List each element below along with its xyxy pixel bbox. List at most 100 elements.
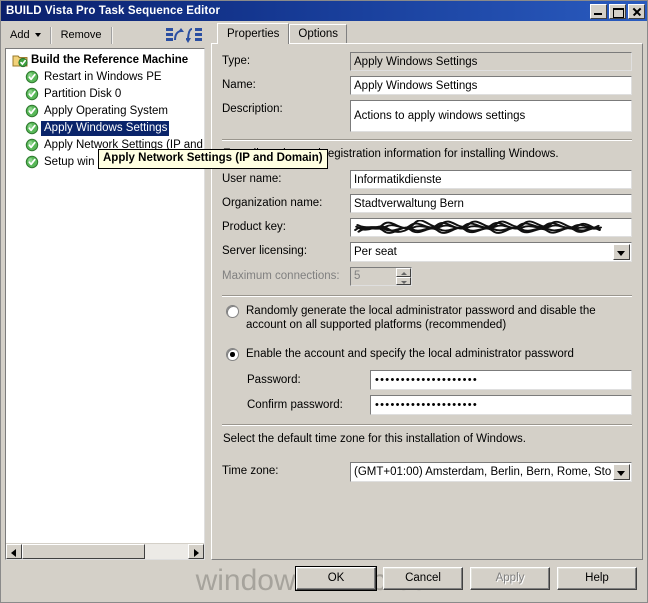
maximize-button[interactable]	[609, 3, 626, 19]
add-button[interactable]: Add	[5, 26, 46, 45]
description-label: Description:	[222, 103, 283, 115]
max-connections-label: Maximum connections:	[222, 270, 340, 282]
timezone-row: Time zone: (GMT+01:00) Amsterdam, Berlin…	[222, 462, 632, 482]
product-key-label: Product key:	[222, 221, 286, 233]
tree-item-partition-disk-0[interactable]: Partition Disk 0	[12, 86, 204, 103]
max-connections-row: Maximum connections: 5	[222, 267, 632, 286]
timezone-select[interactable]: (GMT+01:00) Amsterdam, Berlin, Bern, Rom…	[350, 462, 632, 482]
properties-tab-page: Type: Name: Description: Enter licensing…	[211, 43, 643, 560]
chevron-down-icon[interactable]	[613, 244, 630, 260]
divider-2	[222, 295, 632, 297]
description-input[interactable]	[350, 100, 632, 132]
description-row: Description:	[222, 100, 632, 132]
password-label: Password:	[247, 374, 301, 386]
tab-properties-label: Properties	[227, 28, 280, 40]
stepper-down-icon	[396, 276, 411, 285]
server-licensing-label: Server licensing:	[222, 245, 308, 257]
random-password-radio[interactable]	[226, 305, 239, 318]
toolbar-separator-1	[49, 26, 52, 44]
check-circle-icon	[25, 104, 41, 119]
ok-button[interactable]: OK	[295, 565, 377, 591]
confirm-password-label: Confirm password:	[247, 399, 343, 411]
window-controls	[590, 3, 645, 19]
sequence-toolbar: Add Remove	[1, 23, 209, 47]
organization-input[interactable]	[350, 194, 632, 213]
check-circle-icon	[25, 155, 41, 170]
scrollbar-track[interactable]	[22, 544, 188, 559]
password-row: Password: ••••••••••••••••••••	[222, 370, 632, 390]
task-sequence-editor-window: BUILD Vista Pro Task Sequence Editor Add…	[0, 0, 648, 603]
timezone-value: (GMT+01:00) Amsterdam, Berlin, Bern, Rom…	[354, 466, 612, 478]
move-up-icon[interactable]	[165, 26, 185, 45]
check-circle-icon	[25, 121, 41, 136]
help-button[interactable]: Help	[557, 566, 637, 590]
folder-check-icon	[12, 53, 28, 68]
task-sequence-tree[interactable]: Build the Reference Machine Restart in W…	[5, 48, 205, 560]
random-password-option-row[interactable]: Randomly generate the local administrato…	[226, 303, 632, 332]
tab-properties[interactable]: Properties	[217, 23, 290, 44]
window-titlebar: BUILD Vista Pro Task Sequence Editor	[1, 1, 647, 21]
scrollbar-thumb[interactable]	[22, 544, 145, 559]
password-input[interactable]: ••••••••••••••••••••	[370, 370, 632, 390]
tree-item-apply-operating-system[interactable]: Apply Operating System	[12, 103, 204, 120]
timezone-help-text: Select the default time zone for this in…	[223, 433, 526, 445]
stepper-up-icon	[396, 268, 411, 277]
tree-horizontal-scrollbar[interactable]	[6, 543, 204, 559]
tree-item-label: Apply Operating System	[44, 105, 169, 117]
type-value-field	[350, 52, 632, 71]
toolbar-separator-2	[110, 26, 113, 44]
enable-account-option-row[interactable]: Enable the account and specify the local…	[226, 346, 632, 361]
tree-item-apply-windows-settings[interactable]: Apply Windows Settings	[12, 120, 204, 137]
tab-options[interactable]: Options	[289, 24, 348, 43]
user-name-input[interactable]	[350, 170, 632, 189]
server-licensing-value: Per seat	[354, 246, 397, 258]
check-circle-icon	[25, 138, 41, 153]
timezone-label: Time zone:	[222, 465, 279, 477]
redaction-scribble	[353, 220, 603, 235]
tab-options-label: Options	[298, 28, 339, 40]
check-circle-icon	[25, 70, 41, 85]
cancel-button[interactable]: Cancel	[383, 566, 463, 590]
sequence-pane: Add Remove Build the Reference Machine R…	[1, 21, 209, 560]
tree-root-label: Build the Reference Machine	[31, 54, 189, 66]
product-key-input[interactable]	[350, 218, 632, 237]
enable-account-radio[interactable]	[226, 348, 239, 361]
max-connections-value: 5	[354, 270, 361, 282]
move-down-icon[interactable]	[185, 26, 205, 45]
type-label: Type:	[222, 55, 251, 67]
organization-row: Organization name:	[222, 194, 632, 213]
name-row: Name:	[222, 76, 632, 95]
dialog-button-bar: windows-noob.com OK Cancel Apply Help	[1, 560, 647, 602]
properties-pane: Properties Options Type: Name:	[209, 21, 647, 560]
scroll-left-arrow-icon[interactable]	[6, 544, 22, 559]
enable-account-label: Enable the account and specify the local…	[246, 348, 574, 360]
tab-strip: Properties Options	[211, 23, 643, 44]
tree-item-restart-in-windows-pe[interactable]: Restart in Windows PE	[12, 69, 204, 86]
remove-button[interactable]: Remove	[56, 26, 107, 45]
close-button[interactable]	[628, 3, 645, 19]
server-licensing-row: Server licensing: Per seat	[222, 242, 632, 262]
minimize-button[interactable]	[590, 3, 607, 19]
confirm-password-input[interactable]: ••••••••••••••••••••	[370, 395, 632, 415]
apply-button: Apply	[470, 566, 550, 590]
tree-item-label: Partition Disk 0	[44, 88, 122, 100]
name-label: Name:	[222, 79, 256, 91]
name-input[interactable]	[350, 76, 632, 95]
scroll-right-arrow-icon[interactable]	[188, 544, 204, 559]
product-key-row: Product key:	[222, 218, 632, 237]
type-row: Type:	[222, 52, 632, 71]
tree-root-node[interactable]: Build the Reference Machine	[12, 52, 204, 69]
divider-3	[222, 424, 632, 426]
tree-item-label: Restart in Windows PE	[44, 71, 162, 83]
server-licensing-select[interactable]: Per seat	[350, 242, 632, 262]
user-name-row: User name:	[222, 170, 632, 189]
confirm-password-row: Confirm password: ••••••••••••••••••••	[222, 395, 632, 415]
max-connections-stepper: 5	[350, 267, 412, 286]
tooltip: Apply Network Settings (IP and Domain)	[98, 149, 328, 169]
user-name-label: User name:	[222, 173, 282, 185]
chevron-down-icon[interactable]	[613, 464, 630, 480]
tree-item-label: Setup win	[44, 156, 95, 168]
window-content: Add Remove Build the Reference Machine R…	[1, 21, 647, 560]
divider-1	[222, 139, 632, 141]
window-title: BUILD Vista Pro Task Sequence Editor	[6, 5, 221, 17]
